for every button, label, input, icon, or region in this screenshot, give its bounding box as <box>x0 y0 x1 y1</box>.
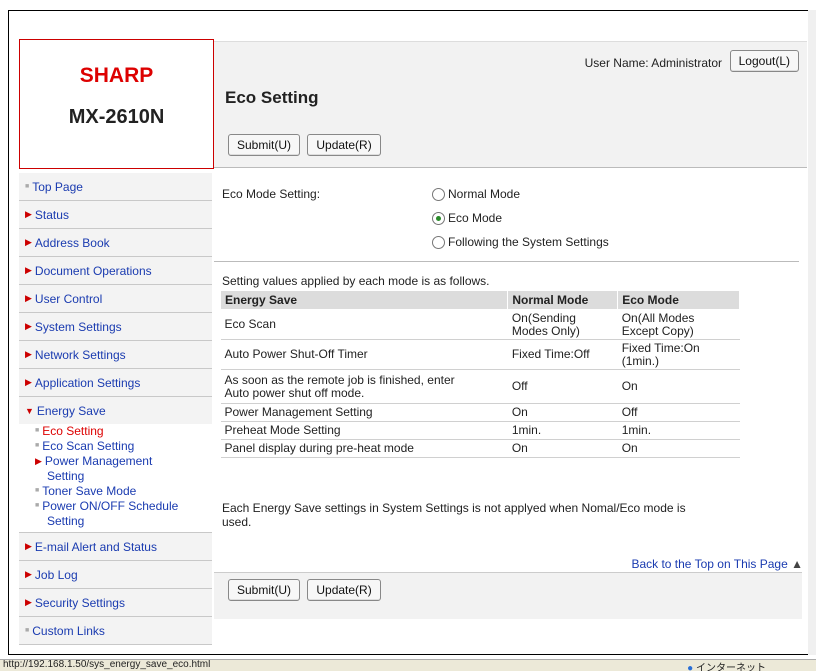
header-button-group: Submit(U) Update(R) <box>228 134 385 156</box>
triangle-up-icon: ▲ <box>791 557 803 571</box>
logout-button[interactable]: Logout(L) <box>729 50 799 72</box>
triangle-right-icon: ▶ <box>35 456 42 466</box>
eco-mode-label: Eco Mode Setting: <box>222 187 321 201</box>
table-intro: Setting values applied by each mode is a… <box>222 274 490 288</box>
update-button-top[interactable]: Update(R) <box>307 134 381 156</box>
sidebar-subitem-power-management[interactable]: ▶ Power Management <box>19 454 212 469</box>
back-to-top-link[interactable]: Back to the Top on This Page ▲ <box>631 557 803 571</box>
sidebar-item-document-operations[interactable]: ▶ Document Operations <box>19 257 212 285</box>
sidebar-item-network-settings[interactable]: ▶ Network Settings <box>19 341 212 369</box>
submit-button-top[interactable]: Submit(U) <box>228 134 301 156</box>
sidebar-item-custom-links[interactable]: ■ Custom Links <box>19 617 212 645</box>
sidebar-subitem-power-schedule[interactable]: ■ Power ON/OFF Schedule <box>19 499 212 514</box>
triangle-right-icon: ▶ <box>25 237 32 247</box>
triangle-down-icon: ▼ <box>25 405 34 416</box>
triangle-right-icon: ▶ <box>25 349 32 359</box>
triangle-right-icon: ▶ <box>25 265 32 275</box>
triangle-right-icon: ▶ <box>25 321 32 331</box>
sidebar-item-system-settings[interactable]: ▶ System Settings <box>19 313 212 341</box>
square-bullet-icon: ■ <box>35 502 40 509</box>
square-bullet-icon: ■ <box>35 487 40 494</box>
vertical-scrollbar[interactable] <box>808 10 816 655</box>
triangle-right-icon: ▶ <box>25 597 32 607</box>
square-bullet-icon: ■ <box>35 427 40 434</box>
table-row: As soon as the remote job is finished, e… <box>220 369 740 404</box>
page-header: User Name: Administrator Logout(L) Eco S… <box>214 41 807 168</box>
sidebar-subitem-power-schedule-cont[interactable]: Setting <box>19 514 212 533</box>
model-name: MX-2610N <box>68 106 165 128</box>
update-button-bottom[interactable]: Update(R) <box>307 579 381 601</box>
sharp-logo: SHARP <box>79 64 154 87</box>
logo-panel: SHARP MX-2610N <box>19 39 214 169</box>
radio-normal-mode[interactable]: Normal Mode <box>432 187 520 202</box>
square-bullet-icon: ■ <box>35 442 40 449</box>
sidebar-item-energy-save[interactable]: ▼ Energy Save <box>19 397 212 424</box>
status-url: http://192.168.1.50/sys_energy_save_eco.… <box>3 659 211 670</box>
table-row: Auto Power Shut-Off Timer Fixed Time:Off… <box>220 339 740 370</box>
triangle-right-icon: ▶ <box>25 541 32 551</box>
zone-label: ● インターネット <box>687 660 766 671</box>
table-header-row: Energy Save Normal Mode Eco Mode <box>219 290 740 310</box>
sidebar-subitem-eco-scan-setting[interactable]: ■ Eco Scan Setting <box>19 439 212 454</box>
footer-button-group: Submit(U) Update(R) <box>228 579 381 601</box>
footer-button-bar: Submit(U) Update(R) <box>214 572 802 619</box>
radio-unchecked-icon <box>432 188 445 202</box>
triangle-right-icon: ▶ <box>25 209 32 219</box>
sidebar-subitem-eco-setting[interactable]: ■ Eco Setting <box>19 424 212 439</box>
radio-eco-mode[interactable]: Eco Mode <box>432 211 502 226</box>
sidebar-item-user-control[interactable]: ▶ User Control <box>19 285 212 313</box>
sidebar-item-job-log[interactable]: ▶ Job Log <box>19 561 212 589</box>
header-eco-mode: Eco Mode <box>617 290 740 310</box>
radio-following-system[interactable]: Following the System Settings <box>432 235 609 250</box>
triangle-right-icon: ▶ <box>25 377 32 387</box>
submit-button-bottom[interactable]: Submit(U) <box>228 579 301 601</box>
table-row: Preheat Mode Setting 1min. 1min. <box>220 421 740 440</box>
table-note: Each Energy Save settings in System Sett… <box>222 501 686 529</box>
triangle-right-icon: ▶ <box>25 569 32 579</box>
page-title: Eco Setting <box>225 88 319 107</box>
table-row: Power Management Setting On Off <box>220 403 740 422</box>
table-row: Eco Scan On(Sending Modes Only) On(All Mo… <box>220 309 740 340</box>
radio-checked-icon <box>432 212 445 226</box>
sidebar-item-status[interactable]: ▶ Status <box>19 201 212 229</box>
square-bullet-icon: ■ <box>25 183 30 190</box>
triangle-right-icon: ▶ <box>25 293 32 303</box>
browser-content-frame: SHARP MX-2610N User Name: Administrator … <box>8 10 810 655</box>
radio-unchecked-icon <box>432 236 445 250</box>
sidebar-subitem-power-management-cont[interactable]: Setting <box>19 469 212 484</box>
sidebar-item-security-settings[interactable]: ▶ Security Settings <box>19 589 212 617</box>
sidebar-subitem-toner-save-mode[interactable]: ■ Toner Save Mode <box>19 484 212 499</box>
sidebar-item-email-alert[interactable]: ▶ E-mail Alert and Status <box>19 533 212 561</box>
section-divider <box>214 261 799 262</box>
sidebar-nav: ■ Top Page ▶ Status ▶ Address Book ▶ Documen… <box>19 173 212 645</box>
status-bar: http://192.168.1.50/sys_energy_save_eco.… <box>0 659 816 671</box>
sidebar-item-address-book[interactable]: ▶ Address Book <box>19 229 212 257</box>
user-name-label: User Name: Administrator <box>584 56 722 70</box>
square-bullet-icon: ■ <box>25 627 30 634</box>
table-row: Panel display during pre-heat mode On On <box>220 439 740 458</box>
header-energy-save: Energy Save <box>219 290 509 310</box>
sidebar-item-top-page[interactable]: ■ Top Page <box>19 173 212 201</box>
sidebar-item-application-settings[interactable]: ▶ Application Settings <box>19 369 212 397</box>
header-normal-mode: Normal Mode <box>507 290 619 310</box>
settings-table: Energy Save Normal Mode Eco Mode Eco Sca… <box>219 290 740 458</box>
